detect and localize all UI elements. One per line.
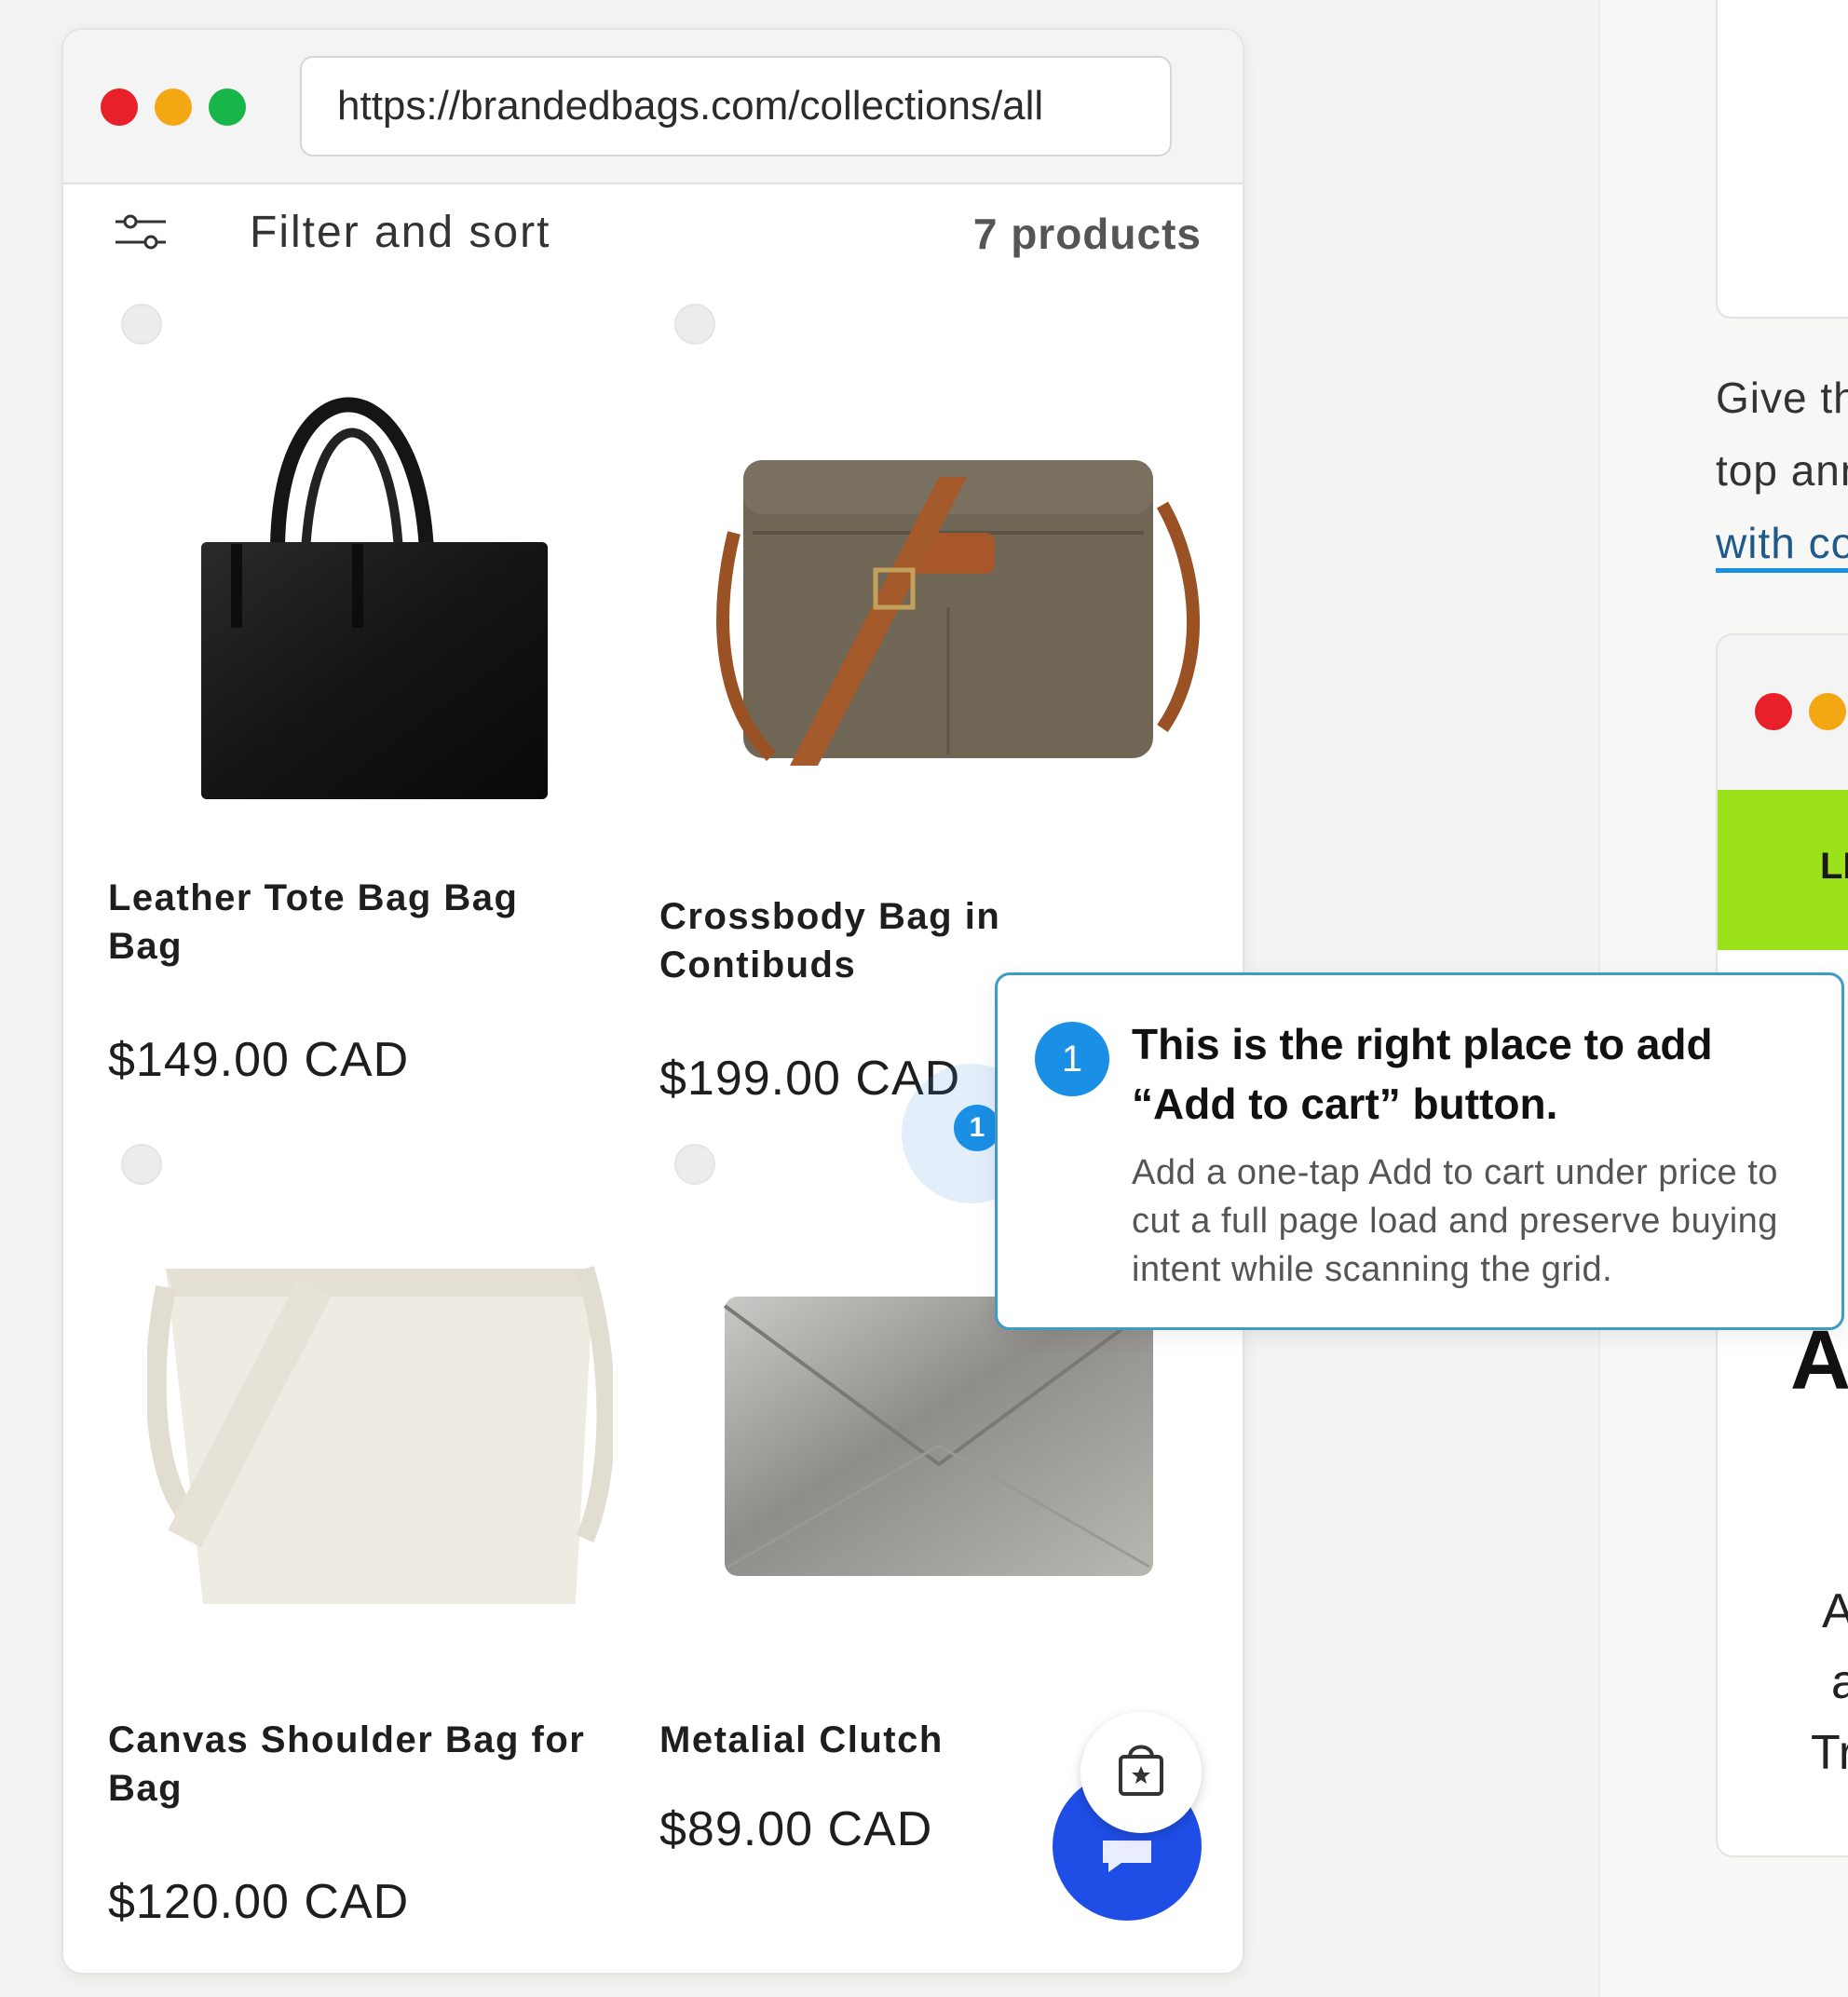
browser-chrome: https://brandedbags.com/collections/all: [63, 30, 1243, 184]
product-title-line: Metalial Clutch: [659, 1719, 944, 1760]
right-panel-announcement-bar: LI: [1718, 790, 1848, 950]
product-title[interactable]: Canvas Shoulder Bag for Bag: [108, 1716, 585, 1813]
wishlist-icon[interactable]: [674, 1144, 715, 1185]
right-panel-announcement-text: LI: [1820, 846, 1848, 887]
filter-sort-bar: Filter and sort 7 products: [114, 186, 1201, 279]
annotation-callout: 1 This is the right place to add “Add to…: [995, 972, 1844, 1330]
product-title[interactable]: Metalial Clutch: [659, 1716, 944, 1764]
chat-icon: [1103, 1841, 1151, 1872]
product-title-line: Canvas Shoulder Bag for: [108, 1719, 586, 1760]
product-title[interactable]: Crossbody Bag in Contibuds: [659, 892, 1000, 989]
window-maximize-dot[interactable]: [209, 88, 246, 126]
address-bar[interactable]: https://brandedbags.com/collections/all: [300, 56, 1172, 156]
filter-and-sort-button[interactable]: Filter and sort: [250, 207, 550, 258]
product-title-line: Leather Tote Bag Bag: [108, 877, 519, 918]
callout-title: This is the right place to add “Add to c…: [1132, 1020, 1713, 1128]
product-price: $120.00 CAD: [108, 1875, 410, 1929]
product-count: 7 products: [972, 210, 1202, 258]
product-title-line: Bag: [108, 926, 183, 967]
right-panel-top-card: [1716, 0, 1848, 319]
shopping-bag-icon: [1119, 1745, 1163, 1796]
wishlist-icon[interactable]: [674, 304, 715, 345]
window-minimize-dot: [1809, 693, 1846, 730]
window-close-dot[interactable]: [101, 88, 138, 126]
right-panel-link-underline: [1716, 568, 1848, 573]
right-panel-text-line1: Give th: [1716, 374, 1848, 422]
right-panel-browser-chrome: [1718, 635, 1848, 790]
callout-description: Add a one-tap Add to cart under price to…: [1132, 1153, 1778, 1289]
product-price: $149.00 CAD: [108, 1033, 410, 1087]
crossbody-bag-image[interactable]: [697, 421, 1218, 794]
product-title[interactable]: Leather Tote Bag Bag Bag: [108, 874, 518, 971]
right-panel-small-text-3: Tr: [1811, 1726, 1848, 1780]
right-panel-small-text-1: A: [1822, 1583, 1848, 1639]
filter-sliders-icon[interactable]: [114, 212, 168, 253]
product-title-line: Crossbody Bag in: [659, 896, 1001, 937]
screenshot-canvas: Give th top ann with co LI A A a Tr http…: [0, 0, 1848, 1997]
annotation-marker[interactable]: 1: [954, 1105, 1000, 1151]
product-title-line: Bag: [108, 1768, 183, 1809]
shopping-bag-button[interactable]: [1080, 1712, 1202, 1833]
wishlist-icon[interactable]: [121, 304, 162, 345]
product-title-line: Contibuds: [659, 944, 857, 985]
callout-number-badge: 1: [1035, 1022, 1109, 1096]
right-panel-link[interactable]: with co: [1716, 518, 1848, 568]
right-panel-small-text-2: a: [1831, 1654, 1848, 1710]
right-panel-text-line2: top ann: [1716, 446, 1848, 495]
canvas-shoulder-bag-image[interactable]: [147, 1231, 613, 1623]
window-close-dot: [1755, 693, 1792, 730]
leather-tote-image[interactable]: [175, 337, 566, 822]
wishlist-icon[interactable]: [121, 1144, 162, 1185]
window-minimize-dot[interactable]: [155, 88, 192, 126]
product-price: $89.00 CAD: [659, 1802, 933, 1856]
